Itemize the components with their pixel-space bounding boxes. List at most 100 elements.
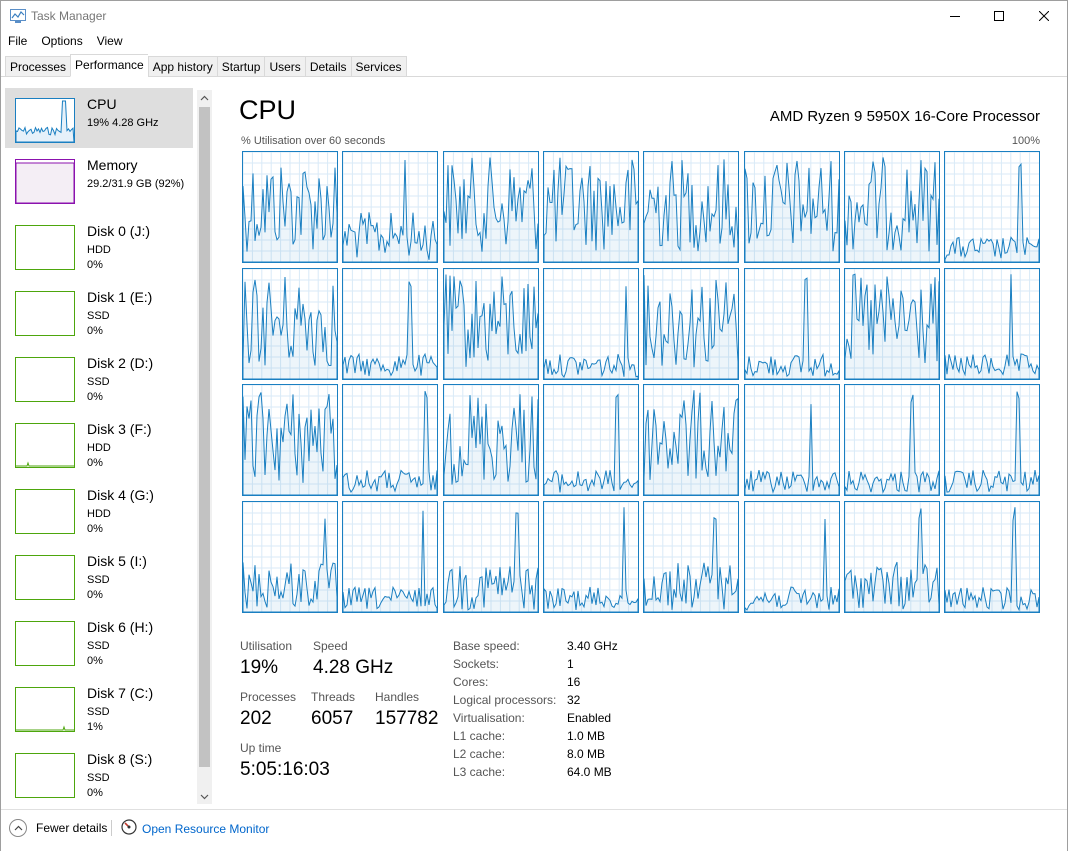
utilisation-value: 19% xyxy=(240,657,279,678)
sidebar-item-disk[interactable]: Disk 3 (F:) HDD 0% xyxy=(5,412,193,472)
spec-label: L2 cache: xyxy=(453,747,506,761)
chevron-up-icon xyxy=(9,819,27,837)
title-bar: Task Manager xyxy=(1,1,1067,31)
spec-value: 1.0 MB xyxy=(567,729,606,743)
sidebar-item-detail: 29.2/31.9 GB (92%) xyxy=(87,178,185,190)
sidebar-item-memory[interactable]: Memory 29.2/31.9 GB (92%) xyxy=(5,149,193,209)
scroll-down-arrow-icon[interactable] xyxy=(197,789,212,804)
sidebar-item-disk[interactable]: Disk 4 (G:) HDD 0% xyxy=(5,478,193,538)
sidebar-item-title: Disk 7 (C:) xyxy=(87,685,154,701)
spec-label: Logical processors: xyxy=(453,693,557,707)
scroll-up-arrow-icon[interactable] xyxy=(197,90,212,105)
processes-label: Processes xyxy=(240,690,297,704)
resource-monitor-icon xyxy=(121,819,137,838)
sidebar-item-detail: SSD xyxy=(87,310,110,322)
logical-processor-graph xyxy=(944,384,1041,497)
open-resource-monitor-label: Open Resource Monitor xyxy=(142,821,270,836)
close-button[interactable] xyxy=(1021,1,1067,31)
logical-processor-graph xyxy=(442,151,539,263)
spec-value: 16 xyxy=(567,675,581,689)
tab-performance[interactable]: Performance xyxy=(70,54,148,77)
tab-startup[interactable]: Startup xyxy=(216,56,265,77)
sidebar-item-detail: SSD xyxy=(87,574,110,586)
menu-view[interactable]: View xyxy=(90,31,130,53)
tab-processes[interactable]: Processes xyxy=(5,56,71,77)
fewer-details-button[interactable]: Fewer details xyxy=(9,819,107,837)
threads-value: 6057 xyxy=(311,708,354,729)
logical-processor-graph xyxy=(843,384,940,497)
uptime-label: Up time xyxy=(240,741,282,755)
sidebar-item-title: Memory xyxy=(87,157,138,173)
sidebar-item-title: Disk 2 (D:) xyxy=(87,355,154,371)
sidebar-item-title: Disk 0 (J:) xyxy=(87,223,150,239)
spec-value: 3.40 GHz xyxy=(567,639,618,653)
logical-processor-graph xyxy=(743,501,840,614)
sidebar-item-title: Disk 6 (H:) xyxy=(87,619,154,635)
uptime-value: 5:05:16:03 xyxy=(240,759,330,780)
spec-label: Virtualisation: xyxy=(453,711,525,725)
disk-thumbnail-graph xyxy=(15,753,75,798)
handles-label: Handles xyxy=(375,690,420,704)
spec-value: Enabled xyxy=(567,711,612,725)
open-resource-monitor-link[interactable]: Open Resource Monitor xyxy=(121,819,269,838)
sidebar-item-disk[interactable]: Disk 2 (D:) SSD 0% xyxy=(5,346,193,406)
spec-value: 1 xyxy=(567,657,574,671)
spec-label: L1 cache: xyxy=(453,729,506,743)
menu-file[interactable]: File xyxy=(1,31,34,53)
logical-processor-graph xyxy=(743,267,840,380)
logical-processor-graph xyxy=(643,501,740,614)
tab-app-history[interactable]: App history xyxy=(147,56,217,77)
disk-thumbnail-graph xyxy=(15,621,75,666)
sidebar-item-disk[interactable]: Disk 8 (S:) SSD 0% xyxy=(5,742,193,802)
spec-value: 64.0 MB xyxy=(567,765,612,779)
tab-services[interactable]: Services xyxy=(350,56,407,77)
tab-details[interactable]: Details xyxy=(304,56,351,77)
sidebar-item-disk[interactable]: Disk 6 (H:) SSD 0% xyxy=(5,610,193,670)
logical-processor-graph xyxy=(442,501,539,614)
sidebar-item-title: Disk 4 (G:) xyxy=(87,487,154,503)
sidebar-item-detail: SSD xyxy=(87,706,110,718)
logical-processor-graph xyxy=(843,267,940,380)
threads-label: Threads xyxy=(311,690,356,704)
disk-thumbnail-graph xyxy=(15,555,75,600)
spec-label: Cores: xyxy=(453,675,489,689)
graph-max-label: 100% xyxy=(1011,135,1040,147)
logical-processor-graph xyxy=(542,384,639,497)
spec-label: Base speed: xyxy=(453,639,520,653)
logical-processor-graph xyxy=(342,384,439,497)
sidebar-item-detail: HDD xyxy=(87,442,111,454)
tab-users[interactable]: Users xyxy=(264,56,305,77)
sidebar-item-cpu[interactable]: CPU 19% 4.28 GHz xyxy=(5,88,193,148)
disk-thumbnail-graph xyxy=(15,423,75,468)
maximize-button[interactable] xyxy=(976,1,1022,31)
logical-processor-graph xyxy=(643,267,740,380)
sidebar-item-disk[interactable]: Disk 0 (J:) HDD 0% xyxy=(5,214,193,274)
spec-value: 32 xyxy=(567,693,581,707)
sidebar-item-usage: 0% xyxy=(87,325,103,337)
logical-processor-graph xyxy=(542,501,639,614)
spec-value: 8.0 MB xyxy=(567,747,606,761)
disk-thumbnail-graph xyxy=(15,225,75,270)
footer-bar: Fewer details Open Resource Monitor xyxy=(1,809,1067,851)
task-manager-icon xyxy=(10,9,26,23)
logical-processor-graph xyxy=(242,151,338,263)
sidebar-item-detail: SSD xyxy=(87,640,110,652)
spec-label: L3 cache: xyxy=(453,765,506,779)
sidebar-item-usage: 0% xyxy=(87,589,103,601)
sidebar-item-title: Disk 5 (I:) xyxy=(87,553,147,569)
menu-options[interactable]: Options xyxy=(34,31,89,53)
disk-thumbnail-graph xyxy=(15,687,75,732)
logical-processor-graph xyxy=(442,384,539,497)
scroll-thumb[interactable] xyxy=(199,107,210,767)
sidebar-item-usage: 0% xyxy=(87,391,103,403)
menu-bar: File Options View xyxy=(1,31,130,53)
sidebar-item-title: Disk 3 (F:) xyxy=(87,421,152,437)
sidebar-item-disk[interactable]: Disk 7 (C:) SSD 1% xyxy=(5,676,193,736)
sidebar-item-usage: 0% xyxy=(87,655,103,667)
sidebar-scrollbar[interactable] xyxy=(197,90,212,804)
sidebar-item-disk[interactable]: Disk 1 (E:) SSD 0% xyxy=(5,280,193,340)
logical-processor-graph xyxy=(743,151,840,263)
logical-processor-graph xyxy=(342,151,439,263)
minimize-button[interactable] xyxy=(932,1,978,31)
sidebar-item-disk[interactable]: Disk 5 (I:) SSD 0% xyxy=(5,544,193,604)
